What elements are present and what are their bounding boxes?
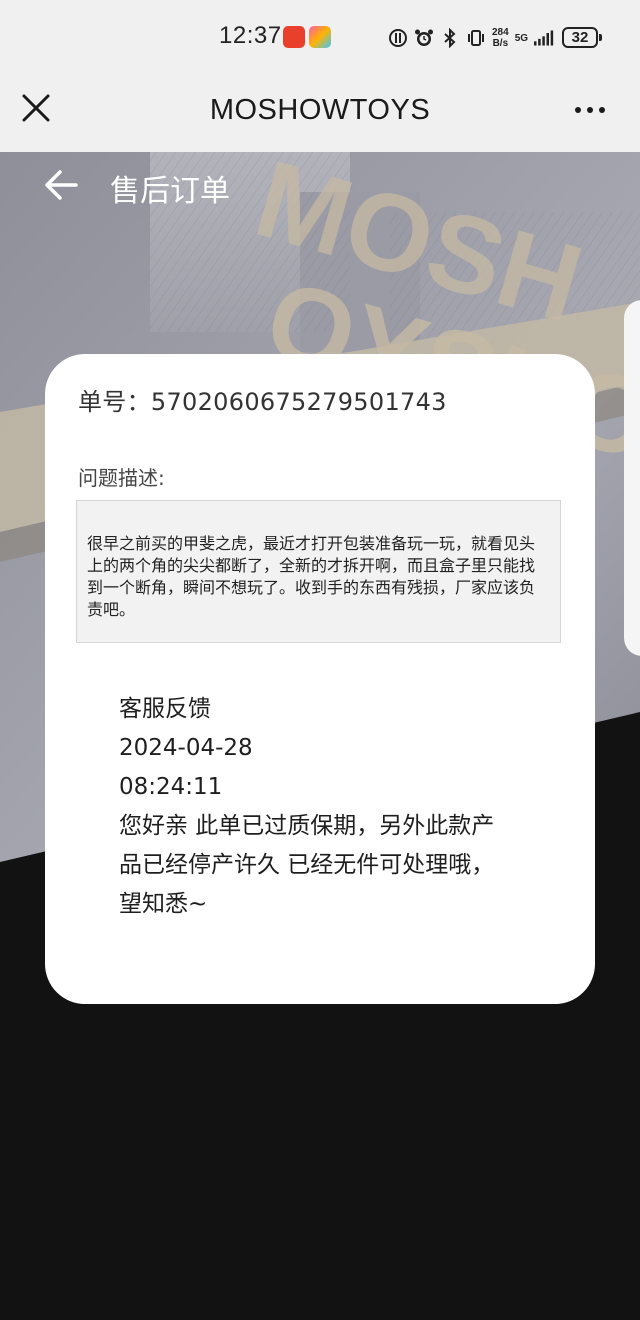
after-sales-order-card: 单号：5702060675279501743 问题描述: 很早之前买的甲斐之虎，…	[45, 354, 595, 1004]
network-type: 5G	[514, 32, 529, 44]
feedback-title: 客服反馈	[119, 696, 211, 722]
bluetooth-icon	[440, 28, 460, 48]
title-bar: MOSHOWTOYS	[0, 72, 640, 152]
order-number: 5702060675279501743	[150, 388, 447, 416]
order-number-row: 单号：5702060675279501743	[78, 382, 447, 417]
signal-icon	[534, 28, 554, 48]
arrow-left-icon	[45, 170, 78, 200]
description-label: 问题描述:	[78, 466, 165, 490]
page-header: 售后订单	[0, 152, 640, 216]
battery-indicator: 32	[562, 27, 602, 48]
status-bar: 12:37 284 B/s 5G 32	[0, 0, 640, 72]
window-title: MOSHOWTOYS	[209, 94, 431, 126]
vibrate-icon	[466, 28, 486, 48]
taobao-app-icon	[283, 26, 305, 48]
feedback-time: 08:24:11	[119, 774, 223, 800]
page-title: 售后订单	[110, 174, 230, 209]
status-icons: 284 B/s 5G	[388, 24, 554, 52]
feedback-date: 2024-04-28	[119, 735, 253, 761]
description-box: 很早之前买的甲斐之虎，最近才打开包装准备玩一玩，就看见头上的两个角的尖尖都断了，…	[76, 500, 561, 643]
feedback-message: 您好亲 此单已过质保期，另外此款产品已经停产许久 已经无件可处理哦，望知悉~	[119, 813, 495, 917]
alarm-icon	[414, 28, 434, 48]
back-button[interactable]	[40, 166, 82, 204]
status-time: 12:37	[219, 22, 282, 49]
next-card-peek[interactable]	[624, 300, 640, 656]
more-icon[interactable]	[570, 96, 610, 124]
order-number-label: 单号：	[78, 388, 151, 416]
app-notification-icon	[309, 26, 331, 48]
service-feedback: 客服反馈 2024-04-28 08:24:11 您好亲 此单已过质保期，另外此…	[119, 690, 519, 924]
hd-call-icon	[388, 28, 408, 48]
network-speed: 284 B/s	[492, 27, 509, 49]
description-text: 很早之前买的甲斐之虎，最近才打开包装准备玩一玩，就看见头上的两个角的尖尖都断了，…	[87, 534, 536, 619]
